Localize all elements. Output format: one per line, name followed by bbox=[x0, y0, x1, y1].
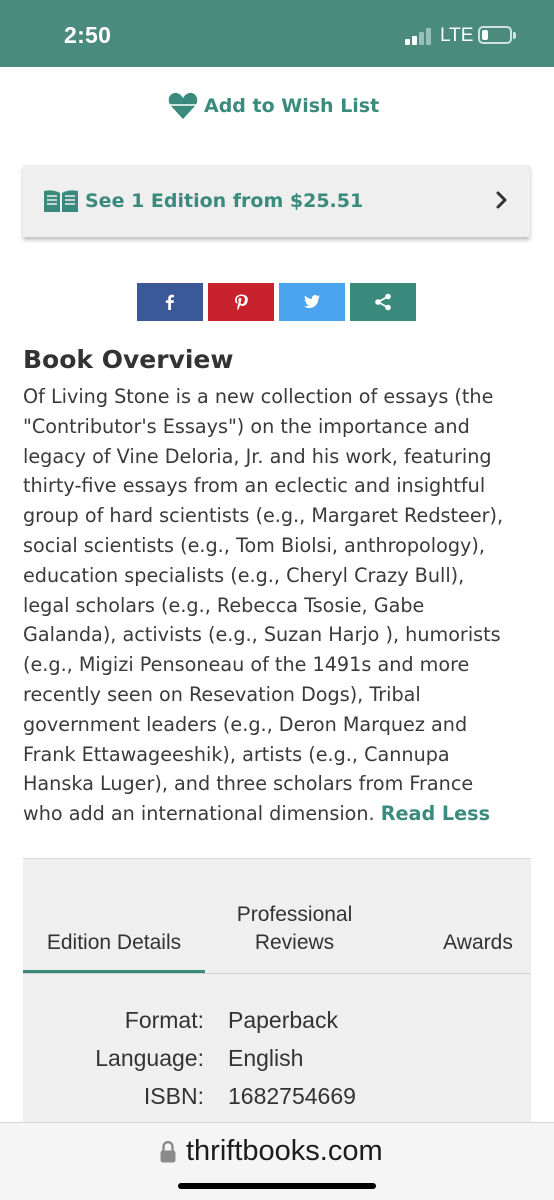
status-bar: 2:50 LTE bbox=[0, 0, 554, 67]
share-twitter-button[interactable] bbox=[279, 283, 345, 321]
share-pinterest-button[interactable] bbox=[208, 283, 274, 321]
tab-divider bbox=[23, 973, 531, 974]
lock-icon bbox=[160, 1140, 176, 1163]
url-text[interactable]: thriftbooks.com bbox=[186, 1135, 383, 1168]
overview-line: Galanda), activists (e.g., Suzan Harjo )… bbox=[23, 623, 501, 647]
see-editions-button[interactable]: See 1 Edition from $25.51 bbox=[23, 165, 530, 237]
overview-line-last: who add an international dimension. Read… bbox=[23, 799, 538, 829]
tab-label: Awards bbox=[443, 931, 513, 954]
spec-value: Paperback bbox=[228, 1007, 338, 1033]
tab-label: Professional bbox=[236, 903, 353, 926]
share-more-button[interactable] bbox=[350, 283, 416, 321]
overview-line: Of Living Stone is a new collection of e… bbox=[23, 385, 494, 408]
overview-line: education specialists (e.g., Cheryl Craz… bbox=[23, 563, 465, 587]
tab-label: Edition Details bbox=[46, 931, 182, 954]
spec-value: English bbox=[228, 1045, 304, 1071]
overview-line: who add an international dimension. bbox=[23, 802, 381, 826]
tab-professional-reviews[interactable]: Professional Reviews bbox=[213, 901, 376, 957]
tab-awards[interactable]: Awards bbox=[418, 929, 538, 957]
facebook-icon bbox=[165, 294, 174, 310]
editions-label: See 1 Edition from $25.51 bbox=[85, 190, 364, 212]
clock: 2:50 bbox=[64, 22, 112, 48]
overview-line: Hanska Luger), and three scholars from F… bbox=[23, 772, 474, 796]
overview-line: recently seen on Resevation Dogs), Triba… bbox=[23, 682, 421, 706]
chevron-right-icon bbox=[496, 191, 507, 209]
book-overview-text: Of Living Stone is a new collection of e… bbox=[23, 382, 538, 829]
details-panel: Edition Details Professional Reviews Awa… bbox=[23, 858, 531, 1128]
spec-key: Format: bbox=[124, 1007, 204, 1033]
add-to-wishlist-button[interactable]: Add to Wish List bbox=[168, 92, 379, 120]
home-indicator[interactable] bbox=[178, 1183, 376, 1189]
overview-line: thirty-five essays from an eclectic and … bbox=[23, 474, 486, 498]
pinterest-icon bbox=[235, 294, 248, 311]
network-type: LTE bbox=[440, 25, 474, 46]
overview-line: legal scholars (e.g., Rebecca Tsosie, Ga… bbox=[23, 593, 425, 617]
spec-key: ISBN: bbox=[143, 1083, 204, 1109]
tab-label: Reviews bbox=[254, 931, 335, 954]
spec-value: 1682754669 bbox=[228, 1083, 356, 1109]
battery-icon bbox=[478, 26, 516, 44]
share-facebook-button[interactable] bbox=[137, 283, 203, 321]
overview-line: group of hard scientists (e.g., Margaret… bbox=[23, 504, 504, 528]
overview-line: government leaders (e.g., Deron Marquez … bbox=[23, 712, 468, 736]
cellular-signal-icon bbox=[405, 27, 435, 45]
wishlist-label: Add to Wish List bbox=[204, 95, 380, 117]
spec-key: Language: bbox=[95, 1045, 204, 1071]
overview-line: legacy of Vine Deloria, Jr. and his work… bbox=[23, 444, 492, 468]
tab-edition-details[interactable]: Edition Details bbox=[23, 917, 205, 973]
heart-icon bbox=[168, 92, 198, 119]
overview-line: (e.g., Migizi Pensoneau of the 1491s and… bbox=[23, 653, 470, 677]
overview-line: Frank Ettawageeshik), artists (e.g., Can… bbox=[23, 742, 450, 766]
open-book-icon bbox=[44, 190, 78, 212]
overview-line: social scientists (e.g., Tom Biolsi, ant… bbox=[23, 533, 485, 557]
book-overview-heading: Book Overview bbox=[23, 345, 234, 374]
share-icon bbox=[375, 293, 391, 311]
overview-line: "Contributor's Essays") on the importanc… bbox=[23, 414, 470, 438]
read-less-link[interactable]: Read Less bbox=[381, 802, 490, 825]
twitter-icon bbox=[304, 295, 320, 308]
